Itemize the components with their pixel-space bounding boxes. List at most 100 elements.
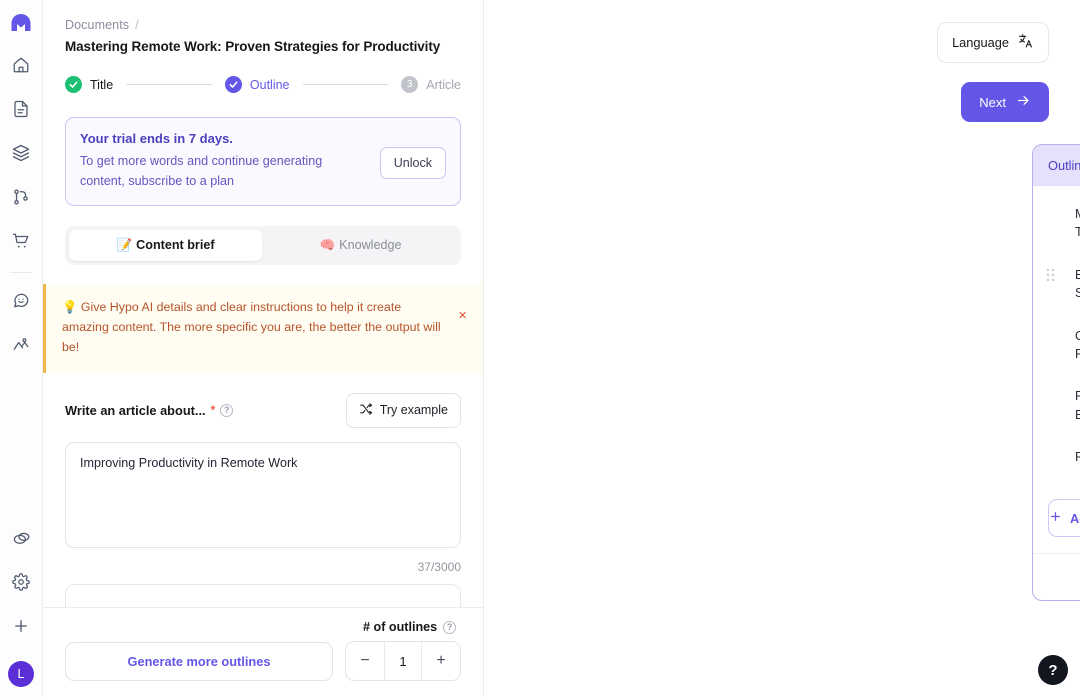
table-row[interactable]: Mastering Your Time: Effective Remote Wo…: [1033, 192, 1080, 253]
next-label: Next: [979, 94, 1006, 110]
breadcrumb: Documents /: [65, 18, 461, 32]
try-example-button[interactable]: Try example: [345, 392, 461, 428]
trial-text-group: Your trial ends in 7 days. To get more w…: [80, 131, 370, 191]
outline-item-text: Mastering Your Time: Effective Remote Wo…: [1057, 203, 1080, 242]
generate-more-outlines-button[interactable]: Generate more outlines: [65, 641, 333, 681]
step-title-check-icon: [65, 76, 82, 93]
outline-item-text: Boosting Focus and Concentration in a Re…: [1057, 264, 1080, 303]
breadcrumb-separator: /: [135, 18, 139, 32]
help-button[interactable]: ?: [1038, 655, 1068, 685]
required-asterisk: *: [210, 403, 216, 418]
language-label: Language: [952, 35, 1009, 50]
outline-card: Outline 1 Mastering Your Time: Effective…: [1032, 144, 1080, 602]
table-row[interactable]: Proven Productivity Tips for Remote Team…: [1033, 435, 1080, 491]
breadcrumb-root[interactable]: Documents: [65, 18, 129, 32]
outlines-quantity-stepper: − 1 +: [345, 641, 461, 681]
top-actions: Language Next: [937, 22, 1049, 122]
arrow-right-icon: [1016, 93, 1031, 111]
layers-icon[interactable]: [6, 138, 36, 168]
document-icon[interactable]: [6, 94, 36, 124]
step-title-label: Title: [90, 77, 114, 92]
decrement-button[interactable]: −: [346, 642, 384, 680]
plus-icon: [1049, 510, 1062, 526]
outline-item-text: Proven Productivity Tips for Remote Team…: [1057, 446, 1080, 466]
try-example-label: Try example: [379, 403, 448, 418]
right-panel: Language Next Outline 1: [484, 0, 1080, 697]
outline-card-title: Outline 1: [1048, 158, 1080, 173]
drag-handle-icon[interactable]: [1043, 264, 1057, 282]
table-row[interactable]: Remote Work Wellness: Maintaining Energy…: [1033, 374, 1080, 435]
tip-message: Give Hypo AI details and clear instructi…: [62, 300, 441, 354]
chat-smile-icon[interactable]: [6, 285, 36, 315]
outline-item-text: Optimizing Your Remote Work Environment …: [1057, 325, 1080, 364]
prompt-field-wrap: 37/3000: [65, 441, 461, 574]
rings-icon[interactable]: [6, 523, 36, 553]
app-root: L Documents / Mastering Remote Work: Prov…: [0, 0, 1080, 697]
outlines-count-value[interactable]: 1: [384, 642, 422, 680]
next-section-card: [65, 583, 461, 607]
step-outline-check-icon: [224, 76, 242, 93]
step-article[interactable]: 3 Article: [401, 76, 461, 93]
page-title: Mastering Remote Work: Proven Strategies…: [65, 39, 441, 54]
trial-body: To get more words and continue generatin…: [80, 154, 323, 188]
lightbulb-icon: 💡: [62, 300, 78, 315]
image-icon[interactable]: [6, 329, 36, 359]
step-outline-label: Outline: [249, 77, 290, 92]
tab-knowledge-label: Knowledge: [339, 238, 402, 253]
close-icon[interactable]: ×: [458, 298, 467, 323]
shuffle-icon: [359, 402, 373, 419]
help-circle-icon[interactable]: ?: [220, 403, 234, 417]
icon-sidebar: L: [0, 0, 43, 697]
translate-icon: [1018, 33, 1034, 52]
memo-icon: 📝: [116, 238, 133, 253]
cart-icon[interactable]: [6, 226, 36, 256]
left-panel: Documents / Mastering Remote Work: Proven…: [43, 0, 484, 697]
prompt-label-text: Write an article about...: [65, 402, 206, 418]
unlock-button[interactable]: Unlock: [379, 147, 446, 179]
increment-button[interactable]: +: [422, 642, 460, 680]
trial-heading: Your trial ends in 7 days.: [80, 131, 233, 146]
prompt-label: Write an article about... * ?: [65, 402, 234, 418]
prompt-label-row: Write an article about... * ? Try exampl…: [65, 392, 461, 428]
gear-icon[interactable]: [6, 567, 36, 597]
tip-banner: 💡 Give Hypo AI details and clear instruc…: [43, 284, 483, 373]
step-article-label: Article: [426, 77, 461, 92]
step-outline[interactable]: Outline: [224, 76, 290, 93]
outlines-count-label: # of outlines ?: [363, 620, 461, 634]
table-row[interactable]: Boosting Focus and Concentration in a Re…: [1033, 253, 1080, 314]
home-icon[interactable]: [6, 50, 36, 80]
tab-content-brief-label: Content brief: [136, 238, 215, 253]
step-title[interactable]: Title: [65, 76, 113, 93]
add-heading-label: Add heading: [1070, 510, 1080, 526]
brain-icon: 🧠: [319, 238, 336, 253]
stepper-connector-2: [302, 84, 389, 85]
brief-form: Write an article about... * ? Try exampl…: [43, 373, 483, 574]
language-button[interactable]: Language: [937, 22, 1049, 63]
outlines-count-label-text: # of outlines: [363, 620, 438, 634]
generate-row: Generate more outlines − 1 +: [65, 641, 461, 681]
sidebar-bottom-group: L: [6, 523, 36, 697]
step-article-number: 3: [401, 76, 419, 93]
outline-card-footer: 270 / 10000 characters: [1033, 553, 1080, 600]
outlines-help-circle-icon[interactable]: ?: [443, 620, 457, 634]
generate-bar: # of outlines ? Generate more outlines −…: [43, 607, 483, 697]
avatar[interactable]: L: [8, 661, 34, 687]
tab-knowledge[interactable]: 🧠 Knowledge: [264, 230, 457, 261]
table-row[interactable]: Optimizing Your Remote Work Environment …: [1033, 314, 1080, 375]
prompt-textarea[interactable]: [65, 441, 461, 548]
outline-card-header: Outline 1: [1033, 145, 1080, 186]
stepper-connector-1: [126, 84, 212, 85]
branch-icon[interactable]: [6, 182, 36, 212]
progress-stepper: Title Outline 3 Article: [43, 54, 483, 93]
trial-banner: Your trial ends in 7 days. To get more w…: [65, 117, 461, 207]
add-heading-button[interactable]: Add heading: [1048, 499, 1080, 538]
next-button[interactable]: Next: [961, 82, 1049, 122]
tip-text: 💡 Give Hypo AI details and clear instruc…: [62, 298, 450, 358]
outline-list: Mastering Your Time: Effective Remote Wo…: [1033, 186, 1080, 491]
document-header: Documents / Mastering Remote Work: Proven…: [43, 0, 483, 54]
prompt-counter: 37/3000: [417, 559, 461, 574]
hypo-logo-icon[interactable]: [6, 8, 36, 38]
tab-content-brief[interactable]: 📝 Content brief: [69, 230, 262, 262]
plus-icon[interactable]: [6, 611, 36, 641]
brief-tabs: 📝 Content brief 🧠 Knowledge: [65, 226, 461, 266]
